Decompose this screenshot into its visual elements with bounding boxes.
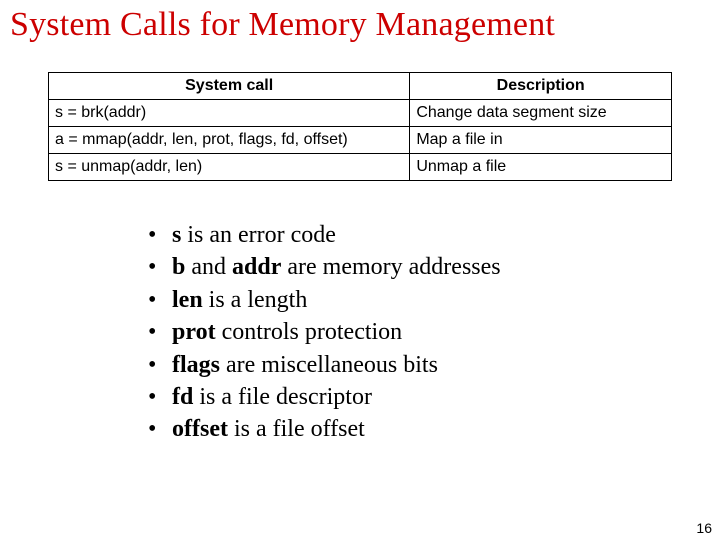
bullet-text: flags are miscellaneous bits bbox=[172, 349, 438, 381]
bullet-icon: • bbox=[148, 381, 172, 413]
bullet-text: fd is a file descriptor bbox=[172, 381, 372, 413]
bullet-icon: • bbox=[148, 349, 172, 381]
table-row: s = brk(addr) Change data segment size bbox=[49, 100, 672, 127]
list-item: • b and addr are memory addresses bbox=[148, 251, 720, 283]
list-item: • s is an error code bbox=[148, 219, 720, 251]
bullet-text: prot controls protection bbox=[172, 316, 402, 348]
header-description: Description bbox=[410, 73, 672, 100]
header-system-call: System call bbox=[49, 73, 410, 100]
bullet-icon: • bbox=[148, 251, 172, 283]
bullet-list: • s is an error code • b and addr are me… bbox=[148, 219, 720, 446]
cell-call: s = unmap(addr, len) bbox=[49, 154, 410, 181]
cell-call: a = mmap(addr, len, prot, flags, fd, off… bbox=[49, 127, 410, 154]
list-item: • len is a length bbox=[148, 284, 720, 316]
bullet-icon: • bbox=[148, 284, 172, 316]
slide-title: System Calls for Memory Management bbox=[0, 0, 720, 44]
bullet-text: s is an error code bbox=[172, 219, 336, 251]
list-item: • fd is a file descriptor bbox=[148, 381, 720, 413]
cell-desc: Change data segment size bbox=[410, 100, 672, 127]
list-item: • flags are miscellaneous bits bbox=[148, 349, 720, 381]
cell-desc: Unmap a file bbox=[410, 154, 672, 181]
table-row: s = unmap(addr, len) Unmap a file bbox=[49, 154, 672, 181]
cell-call: s = brk(addr) bbox=[49, 100, 410, 127]
page-number: 16 bbox=[696, 520, 712, 536]
bullet-text: offset is a file offset bbox=[172, 413, 365, 445]
bullet-text: b and addr are memory addresses bbox=[172, 251, 501, 283]
bullet-icon: • bbox=[148, 219, 172, 251]
list-item: • prot controls protection bbox=[148, 316, 720, 348]
slide: System Calls for Memory Management Syste… bbox=[0, 0, 720, 540]
table-header-row: System call Description bbox=[49, 73, 672, 100]
table-row: a = mmap(addr, len, prot, flags, fd, off… bbox=[49, 127, 672, 154]
syscall-table-wrap: System call Description s = brk(addr) Ch… bbox=[48, 72, 672, 181]
list-item: • offset is a file offset bbox=[148, 413, 720, 445]
bullet-icon: • bbox=[148, 413, 172, 445]
bullet-text: len is a length bbox=[172, 284, 307, 316]
bullet-icon: • bbox=[148, 316, 172, 348]
cell-desc: Map a file in bbox=[410, 127, 672, 154]
syscall-table: System call Description s = brk(addr) Ch… bbox=[48, 72, 672, 181]
